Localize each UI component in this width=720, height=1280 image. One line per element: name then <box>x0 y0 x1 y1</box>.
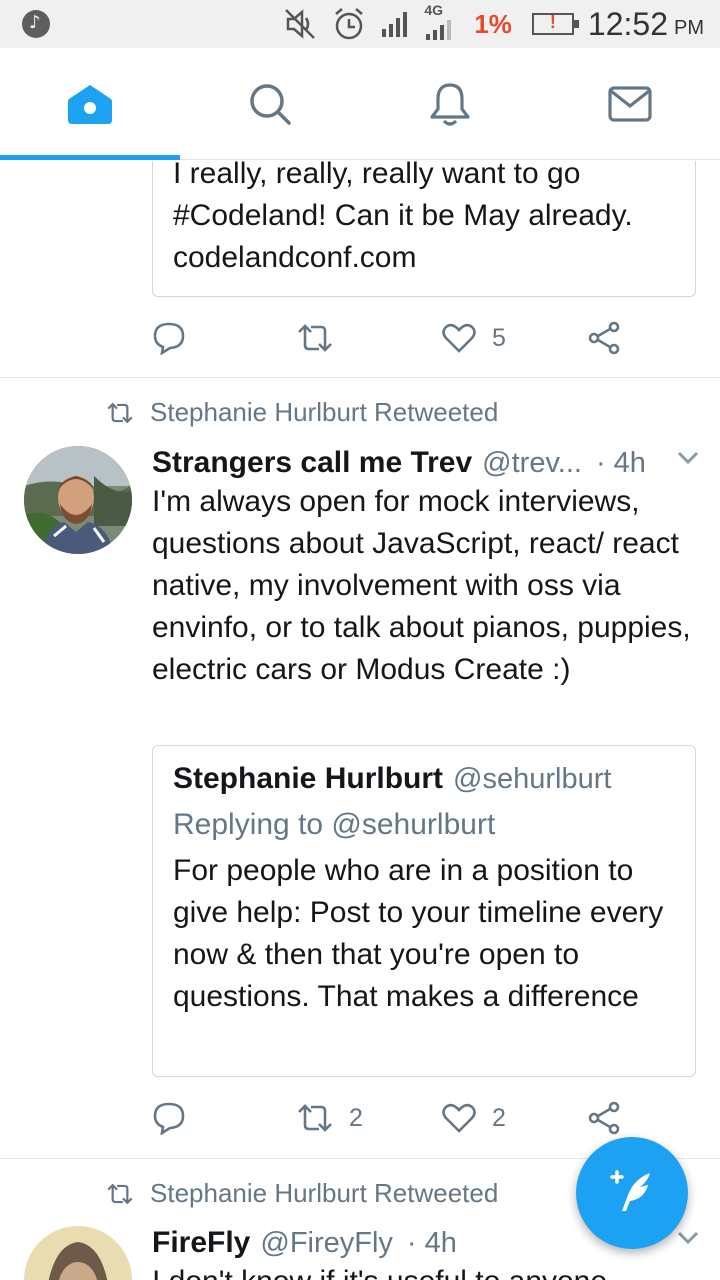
tweet-time: 4h <box>613 446 646 479</box>
retweet-button[interactable]: 2 <box>297 1103 442 1133</box>
mail-icon <box>608 85 652 122</box>
tweet-header: Strangers call me Trev @trev... · 4h <box>152 442 700 484</box>
tab-messages[interactable] <box>540 48 720 159</box>
network-type-label: 4G <box>424 2 444 18</box>
quoted-author-handle: @sehurlburt <box>453 763 612 795</box>
like-count: 2 <box>492 1103 506 1132</box>
tweet-divider <box>0 377 720 378</box>
quoted-author-name: Stephanie Hurlburt <box>173 762 444 795</box>
tweet-text: I don't know if it's useful to anyone <box>152 1261 700 1280</box>
tab-search[interactable] <box>180 48 360 159</box>
active-tab-indicator <box>0 155 180 160</box>
retweet-context: Stephanie Hurlburt Retweeted <box>106 1178 498 1209</box>
chevron-down-icon[interactable] <box>676 450 700 466</box>
retweet-context: Stephanie Hurlburt Retweeted <box>106 397 498 428</box>
share-button[interactable] <box>587 321 621 355</box>
separator-dot: · <box>595 446 606 479</box>
profile-photo <box>24 1226 132 1280</box>
tweet-actions: 2 2 <box>152 1098 632 1138</box>
mute-icon <box>285 9 316 39</box>
signal-4g: 4G <box>424 2 454 42</box>
signal-4g-icon <box>426 20 452 40</box>
retweet-icon <box>107 402 133 423</box>
reply-button[interactable] <box>152 321 297 355</box>
clock-time: 12:52 <box>587 5 668 42</box>
quoted-tweet-text: For people who are in a position to give… <box>173 854 664 1013</box>
replying-to: Replying to @sehurlburt <box>173 808 496 841</box>
retweet-icon <box>298 324 332 352</box>
battery-warning: ! <box>549 12 556 32</box>
share-button[interactable] <box>587 1101 621 1135</box>
like-count: 5 <box>492 323 506 352</box>
battery-percent: 1% <box>474 8 512 39</box>
status-bar: 4G 1% ! 12:52 PM <box>0 0 720 48</box>
reply-button[interactable] <box>152 1101 297 1135</box>
like-button[interactable]: 2 <box>442 1103 587 1133</box>
tweet-actions: 5 <box>152 318 632 358</box>
retweet-icon <box>107 1183 133 1204</box>
heart-icon <box>442 1103 476 1133</box>
tweet-text: I'm always open for mock interviews, que… <box>152 485 691 686</box>
signal-icon <box>382 12 408 37</box>
profile-photo <box>24 446 132 554</box>
like-button[interactable]: 5 <box>442 323 587 353</box>
music-icon <box>22 10 50 38</box>
retweeted-by-label: Stephanie Hurlburt Retweeted <box>150 1178 499 1208</box>
retweet-count: 2 <box>349 1103 363 1132</box>
reply-icon <box>153 1102 185 1135</box>
clock-ampm: PM <box>674 16 704 39</box>
author-handle[interactable]: @FireyFly <box>260 1227 393 1260</box>
author-handle[interactable]: @trev... <box>482 447 582 480</box>
quoted-tweet-text: I really, really, really want to go #Cod… <box>173 161 633 274</box>
battery-icon: ! <box>531 12 579 35</box>
retweeted-by-label: Stephanie Hurlburt Retweeted <box>150 397 499 427</box>
quoted-tweet[interactable]: Stephanie Hurlburt @sehurlburt Replying … <box>152 745 696 1077</box>
tab-notifications[interactable] <box>360 48 540 159</box>
search-icon <box>250 83 291 125</box>
retweet-button[interactable] <box>297 323 442 353</box>
avatar[interactable] <box>24 1226 132 1280</box>
chevron-down-icon[interactable] <box>676 1230 700 1246</box>
tab-bar <box>0 48 720 160</box>
quoted-tweet[interactable]: I really, really, really want to go #Cod… <box>152 161 696 297</box>
avatar[interactable] <box>24 446 132 554</box>
alarm-icon <box>335 8 364 40</box>
author-name[interactable]: FireFly <box>152 1226 250 1260</box>
timeline-feed[interactable]: I really, really, really want to go #Cod… <box>0 161 720 1280</box>
retweet-icon <box>298 1104 332 1132</box>
compose-tweet-button[interactable] <box>576 1137 688 1249</box>
compose-quill-icon <box>610 1170 650 1211</box>
heart-icon <box>442 323 476 353</box>
bell-icon <box>430 82 470 126</box>
home-icon <box>68 84 112 124</box>
share-icon <box>588 321 620 355</box>
share-icon <box>588 1101 620 1135</box>
tweet-time: 4h <box>424 1226 457 1259</box>
author-name[interactable]: Strangers call me Trev <box>152 446 472 480</box>
tab-home[interactable] <box>0 48 180 159</box>
separator-dot: · <box>406 1226 417 1259</box>
reply-icon <box>153 322 185 355</box>
